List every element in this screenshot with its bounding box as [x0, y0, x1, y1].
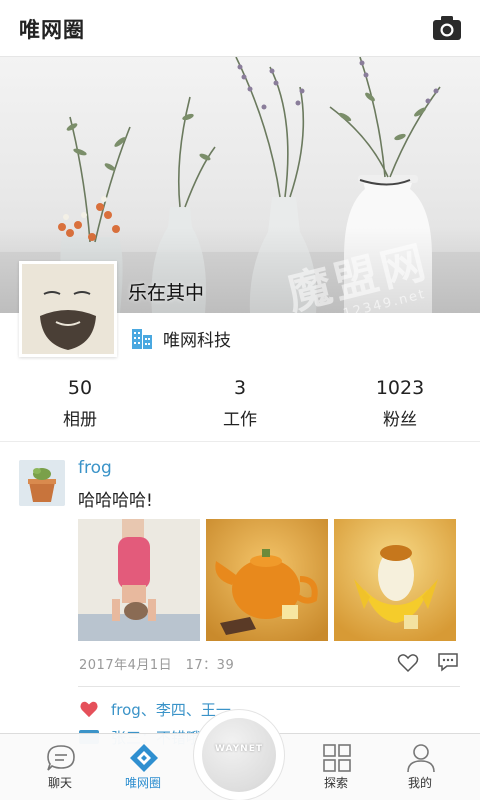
likes-row: frog、李四、王一 — [79, 699, 231, 719]
stats-bar: 50 相册 3 工作 1023 粉丝 — [0, 373, 480, 439]
heart-filled-icon — [80, 701, 98, 718]
nav-label: 唯网圈 — [124, 776, 161, 790]
post-avatar[interactable] — [19, 460, 65, 506]
nav-label: 我的 — [407, 776, 432, 790]
stat-work[interactable]: 3 工作 — [180, 373, 300, 430]
nav-label: 探索 — [323, 776, 348, 790]
nav-profile[interactable]: 我的 — [375, 734, 465, 800]
heart-outline-icon[interactable] — [397, 653, 419, 673]
post-image-yoga[interactable] — [78, 519, 200, 641]
waynet-logo-text: WAYNET — [215, 744, 263, 754]
post-text: 哈哈哈哈! — [78, 491, 153, 511]
stat-label: 粉丝 — [383, 410, 417, 430]
stat-value: 50 — [67, 377, 93, 399]
post-timestamp: 2017年4月1日 17：39 — [79, 658, 235, 673]
stat-value: 3 — [233, 377, 247, 399]
camera-icon[interactable] — [432, 14, 462, 42]
post-username[interactable]: frog — [78, 458, 112, 478]
nav-explore[interactable]: 探索 — [291, 734, 381, 800]
likes-names[interactable]: frog、李四、王一 — [111, 699, 231, 720]
comment-icon[interactable] — [437, 652, 459, 672]
page-title: 唯网圈 — [19, 18, 85, 42]
nav-moments[interactable]: 唯网圈 — [98, 734, 188, 800]
post-image-teapot[interactable] — [206, 519, 328, 641]
grid-icon — [323, 744, 351, 772]
nav-label: 聊天 — [47, 776, 72, 790]
company-name: 唯网科技 — [163, 330, 231, 351]
stat-label: 工作 — [223, 410, 257, 430]
post-divider — [78, 686, 460, 687]
user-icon — [407, 744, 435, 773]
moments-icon — [130, 744, 158, 772]
chat-icon — [47, 745, 75, 771]
building-icon — [132, 329, 152, 349]
waynet-center-button[interactable]: WAYNET — [194, 710, 284, 800]
stat-albums[interactable]: 50 相册 — [20, 373, 140, 430]
stat-value: 1023 — [375, 377, 425, 399]
stat-label: 相册 — [63, 410, 97, 430]
profile-name: 乐在其中 — [128, 282, 205, 304]
profile-avatar[interactable] — [19, 261, 117, 357]
waynet-logo-icon — [202, 718, 276, 792]
company-row[interactable]: 唯网科技 — [132, 325, 231, 351]
nav-chat[interactable]: 聊天 — [15, 734, 105, 800]
section-divider — [0, 441, 480, 442]
post-image-banana[interactable] — [334, 519, 456, 641]
stat-fans[interactable]: 1023 粉丝 — [340, 373, 460, 430]
top-bar: 唯网圈 — [0, 0, 480, 57]
